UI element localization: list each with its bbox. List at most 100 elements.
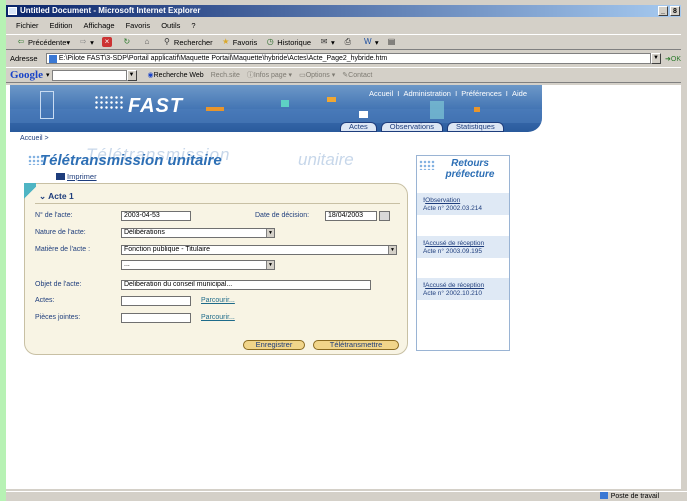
refresh-button[interactable]: ↻ — [122, 37, 134, 47]
calendar-icon[interactable] — [379, 211, 390, 221]
history-button[interactable]: ◷ Historique — [265, 37, 311, 47]
menu-help[interactable]: ? — [191, 21, 195, 30]
address-dropdown[interactable]: ▼ — [651, 53, 661, 64]
save-button[interactable]: Enregistrer — [243, 340, 305, 350]
address-input[interactable]: E:\Pilote FAST\3-SDP\Portail applicatif\… — [45, 53, 652, 64]
page-icon — [48, 55, 57, 63]
return-item[interactable]: !Accusé de réception Acte n° 2003.09.195 — [417, 236, 509, 258]
actes-file-input[interactable] — [121, 296, 191, 306]
fast-logo: FAST — [128, 95, 184, 117]
address-bar: Adresse E:\Pilote FAST\3-SDP\Portail app… — [6, 52, 681, 65]
google-contact[interactable]: ✎Contact — [342, 71, 372, 79]
nav-administration[interactable]: Administration — [403, 89, 451, 98]
home-button[interactable]: ⌂ — [142, 37, 154, 47]
printer-icon: ⎙ — [344, 37, 352, 46]
menu-outils[interactable]: Outils — [161, 21, 180, 30]
forward-button[interactable]: ⇨ ▾ — [78, 37, 94, 47]
return-item[interactable]: !Accusé de réception Acte n° 2002.10.210 — [417, 278, 509, 300]
minimize-button[interactable]: _ — [658, 6, 668, 16]
menu-fichier[interactable]: Fichier — [16, 21, 39, 30]
google-search-dropdown[interactable]: ▼ — [126, 69, 137, 81]
menu-edition[interactable]: Edition — [50, 21, 73, 30]
forward-arrow-icon: ⇨ — [79, 37, 87, 46]
search-icon: ⚲ — [163, 37, 170, 46]
section-tabs: Actes Observations Statistiques — [340, 122, 508, 132]
google-search-web-button[interactable]: ◉Recherche Web — [148, 71, 204, 79]
date-input[interactable]: 18/04/2003 — [325, 211, 377, 221]
print-link[interactable]: Imprimer — [56, 172, 97, 181]
google-logo-dropdown[interactable]: ▾ — [46, 71, 50, 79]
send-button[interactable]: Télétransmettre — [313, 340, 399, 350]
maximize-button[interactable]: 8 — [670, 6, 680, 16]
tab-statistiques[interactable]: Statistiques — [446, 122, 504, 132]
menu-favoris[interactable]: Favoris — [126, 21, 151, 30]
form-heading: ⌄ Acte 1 — [39, 191, 74, 201]
mail-icon: ✉ — [320, 37, 328, 46]
back-button[interactable]: ⇦ Précédente ▾ — [16, 37, 71, 47]
fast-banner: FAST Accueil I Administration I Préféren… — [10, 85, 542, 132]
num-label: N° de l'acte: — [35, 212, 73, 219]
title-shadow-2: unitaire — [298, 150, 354, 169]
edit-button[interactable]: W ▾ — [363, 37, 379, 47]
num-input[interactable]: 2003-04-53 — [121, 211, 191, 221]
google-logo[interactable]: Google — [10, 69, 43, 81]
pj-file-input[interactable] — [121, 313, 191, 323]
matiere-select[interactable]: Fonction publique - Titulaire ▼ — [121, 245, 397, 255]
breadcrumb[interactable]: Accueil > — [20, 135, 49, 142]
menu-bar: Fichier Edition Affichage Favoris Outils… — [6, 19, 681, 32]
matiere-sub-select[interactable]: ... ▼ — [121, 260, 275, 270]
top-nav: Accueil I Administration I Préférences I… — [368, 89, 527, 98]
actes-label: Actes: — [35, 297, 55, 304]
refresh-icon: ↻ — [123, 37, 131, 46]
ie-icon — [8, 7, 17, 15]
dots-decoration — [94, 95, 124, 111]
mail-button[interactable]: ✉ ▾ — [319, 37, 335, 47]
folder-icon: ▭ — [299, 72, 306, 79]
chevron-down-icon: ▼ — [266, 261, 274, 269]
page-title: Télétransmission unitaire — [40, 152, 222, 169]
tab-observations[interactable]: Observations — [380, 122, 443, 132]
history-icon: ◷ — [266, 37, 274, 46]
google-site-search[interactable]: Rech.site — [211, 72, 240, 79]
nav-aide[interactable]: Aide — [512, 89, 527, 98]
discuss-button[interactable]: ▤ — [387, 37, 399, 47]
tab-actes[interactable]: Actes — [340, 122, 377, 132]
google-page-info[interactable]: ⓘInfos page ▾ — [247, 70, 292, 80]
stop-icon: × — [101, 37, 112, 47]
returns-title: Retours préfecture — [445, 158, 495, 180]
nav-accueil[interactable]: Accueil — [369, 89, 393, 98]
title-bar: Untitled Document - Microsoft Internet E… — [6, 5, 681, 17]
nature-label: Nature de l'acte: — [35, 229, 86, 236]
printer-icon — [56, 173, 65, 180]
menu-affichage[interactable]: Affichage — [83, 21, 114, 30]
actes-browse-link[interactable]: Parcourir... — [201, 297, 235, 304]
favorites-icon: ★ — [222, 37, 230, 46]
discuss-icon: ▤ — [387, 37, 396, 46]
favorites-button[interactable]: ★ Favoris — [221, 37, 257, 47]
google-options[interactable]: ▭Options ▾ — [299, 71, 335, 79]
figure-decoration — [40, 91, 54, 119]
google-toolbar: Google ▾ ▼ ◉Recherche Web Rech.site ⓘInf… — [6, 67, 681, 83]
toolbar: ⇦ Précédente ▾ ⇨ ▾ × ↻ ⌂ ⚲ Rechercher ★ Fav… — [6, 34, 681, 50]
computer-icon — [599, 492, 608, 499]
status-bar: Poste de travail — [6, 491, 687, 501]
nature-select[interactable]: Délibérations ▼ — [121, 228, 275, 238]
date-label: Date de décision: — [255, 212, 310, 219]
return-item[interactable]: !Observation Acte n° 2002.03.214 — [417, 193, 509, 215]
browser-window: Untitled Document - Microsoft Internet E… — [0, 0, 687, 501]
page-viewport: FAST Accueil I Administration I Préféren… — [6, 85, 681, 489]
chevron-down-icon: ▼ — [388, 246, 396, 254]
objet-input[interactable]: Deliberation du conseil municipal... — [121, 280, 371, 290]
pj-browse-link[interactable]: Parcourir... — [201, 314, 235, 321]
home-icon: ⌂ — [144, 37, 150, 46]
print-toolbar-button[interactable]: ⎙ — [343, 37, 355, 47]
matiere-label: Matière de l'acte : — [35, 246, 91, 253]
address-label: Adresse — [10, 54, 38, 63]
google-search-input[interactable] — [51, 69, 127, 81]
returns-panel: Retours préfecture !Observation Acte n° … — [416, 155, 510, 351]
nav-preferences[interactable]: Préférences — [461, 89, 501, 98]
stop-button[interactable]: × — [101, 37, 114, 47]
go-button[interactable]: ➜OK — [665, 55, 681, 63]
search-button[interactable]: ⚲ Rechercher — [162, 37, 213, 47]
people-decoration — [430, 101, 444, 119]
